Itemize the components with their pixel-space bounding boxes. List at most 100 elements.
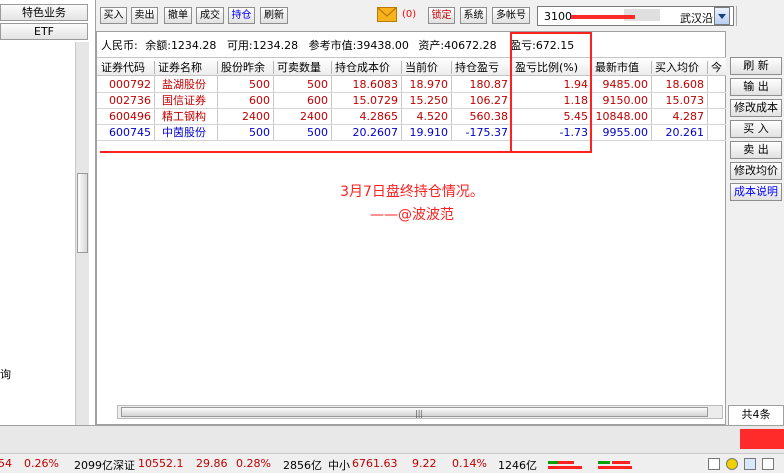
ref-value: 39438.00 [356, 39, 409, 52]
cell-cost-price: 15.0729 [352, 94, 399, 107]
cell-position-pnl: 106.27 [469, 94, 509, 107]
trades-button[interactable]: 成交 [196, 7, 224, 24]
left-scrollbar-thumb[interactable] [77, 173, 88, 253]
cell-cost-price: 18.6083 [352, 78, 399, 91]
cell-prev-shares: 500 [249, 126, 270, 139]
record-count: 共4条 [728, 405, 784, 425]
edit-cost-button[interactable]: 修改成本 [730, 99, 782, 117]
cost-help-button[interactable]: 成本说明 [730, 183, 782, 201]
assets-value: 40672.28 [444, 39, 497, 52]
status-bar: 54 0.26% 2099亿 深证 10552.1 29.86 0.28% 28… [0, 425, 784, 473]
mail-icon[interactable] [377, 6, 397, 23]
action-sidebar: 刷 新 输 出 修改成本 买 入 卖 出 修改均价 成本说明 共4条 [726, 31, 784, 425]
buy-side-button[interactable]: 买 入 [730, 120, 782, 138]
trading-window: 特色业务 ETF 询 买入 卖出 撤单 成交 持仓 刷新 (0) 锁定 系统 多… [0, 0, 784, 473]
cell-avg-buy-price: 4.287 [672, 110, 705, 123]
highlight-underline [100, 151, 510, 153]
column-header-sellable[interactable]: 可卖数量 [277, 60, 329, 75]
available-label: 可用: [226, 39, 253, 52]
menu-tray-icon[interactable] [762, 458, 774, 470]
column-header-code[interactable]: 证券代码 [101, 60, 152, 75]
refresh-side-button[interactable]: 刷 新 [730, 57, 782, 75]
column-header-name[interactable]: 证券名称 [158, 60, 215, 75]
buy-button[interactable]: 买入 [100, 7, 127, 24]
column-header-market-value[interactable]: 最新市值 [595, 60, 649, 75]
cell-prev-shares: 500 [249, 78, 270, 91]
column-divider [154, 61, 155, 74]
currency-label: 人民币: [101, 39, 138, 52]
tab-etf[interactable]: ETF [0, 23, 88, 40]
lock-button[interactable]: 锁定 [428, 7, 455, 24]
column-divider [217, 61, 218, 74]
breadth-bar-down [598, 461, 610, 464]
column-header-current-price[interactable]: 当前价 [405, 60, 449, 75]
cell-sellable: 600 [307, 94, 328, 107]
ticker-index-pct: 0.28% [236, 457, 271, 470]
table-row[interactable]: 002736 国信证券 600 600 15.0729 15.250 106.27 1.18 9… [97, 93, 727, 109]
column-header-avg-buy-price[interactable]: 买入均价 [655, 60, 705, 75]
cell-current-price: 15.250 [409, 94, 449, 107]
horizontal-scrollbar[interactable]: ||| [117, 405, 723, 419]
table-row[interactable]: 600496 精工钢构 2400 2400 4.2865 4.520 560.38 5.45 1… [97, 109, 727, 125]
cell-cost-price: 20.2607 [352, 126, 399, 139]
positions-panel: 人民币: 余额:1234.28 可用:1234.28 参考市值:39438.00… [96, 31, 727, 425]
window-tray-icon[interactable] [744, 458, 756, 470]
lock-tray-icon[interactable] [726, 458, 738, 470]
column-header-cost-price[interactable]: 持仓成本价 [335, 60, 399, 75]
annotation-caption: 3月7日盘终持仓情况。 [340, 184, 484, 200]
balance-label: 余额: [145, 39, 171, 52]
cell-position-pnl: 180.87 [469, 78, 509, 91]
positions-button[interactable]: 持仓 [228, 7, 255, 24]
cell-sellable: 500 [307, 78, 328, 91]
breadth-bar-up [558, 461, 574, 464]
table-row[interactable]: 600745 中茵股份 500 500 20.2607 19.910 -175.37 -1.7… [97, 125, 727, 141]
account-number: 3100 [544, 10, 572, 23]
sell-side-button[interactable]: 卖 出 [730, 141, 782, 159]
horizontal-scrollbar-thumb[interactable]: ||| [121, 407, 708, 418]
export-button[interactable]: 输 出 [730, 78, 782, 96]
multi-account-button[interactable]: 多帐号 [492, 7, 530, 24]
cell-current-price: 19.910 [409, 126, 449, 139]
column-divider [401, 61, 402, 74]
chevron-down-icon[interactable] [714, 7, 730, 25]
cell-prev-shares: 600 [249, 94, 270, 107]
highlight-box [510, 32, 592, 153]
column-header-position-pnl[interactable]: 持仓盈亏 [455, 60, 509, 75]
cell-name: 精工钢构 [162, 110, 206, 123]
left-scrollbar[interactable] [75, 42, 89, 425]
column-divider [651, 61, 652, 74]
tray-icon[interactable] [708, 458, 720, 470]
cell-avg-buy-price: 20.261 [665, 126, 705, 139]
ticker-index-value: 6761.63 [352, 457, 398, 470]
left-menu-fragment[interactable]: 询 [0, 366, 11, 382]
status-alert-block [740, 429, 784, 449]
sell-button[interactable]: 卖出 [131, 7, 158, 24]
assets-label: 资产: [418, 39, 445, 52]
ticker-value: 54 [0, 457, 12, 470]
cell-market-value: 10848.00 [595, 110, 649, 123]
column-header-prev-shares[interactable]: 股份昨余 [221, 60, 271, 75]
tab-special-business[interactable]: 特色业务 [0, 4, 88, 21]
cell-avg-buy-price: 15.073 [665, 94, 705, 107]
cell-current-price: 4.520 [416, 110, 449, 123]
table-header: 证券代码 证券名称 股份昨余 可卖数量 持仓成本价 当前价 持仓盈亏 盈亏比例(%) 最新市值买… [97, 57, 727, 76]
cell-code: 000792 [109, 78, 151, 91]
mail-count: (0) [402, 9, 417, 20]
column-divider [707, 61, 708, 74]
system-button[interactable]: 系统 [460, 7, 487, 24]
cell-cost-price: 4.2865 [359, 110, 399, 123]
refresh-button[interactable]: 刷新 [260, 7, 288, 24]
cell-sellable: 500 [307, 126, 328, 139]
table-row[interactable]: 000792 盐湖股份 500 500 18.6083 18.970 180.87 1.94 9… [97, 77, 727, 93]
breadth-bar-up [598, 466, 632, 469]
cancel-order-button[interactable]: 撤单 [164, 7, 192, 24]
column-header-today[interactable]: 今 [711, 60, 725, 75]
cell-code: 600496 [109, 110, 151, 123]
account-selector[interactable]: 3100 武汉沿 [537, 6, 734, 26]
ticker-index-name: 深证 [113, 459, 135, 472]
ticker-index-volume: 1246亿 [498, 459, 537, 472]
ticker-index-name: 中小 [328, 459, 350, 472]
cell-position-pnl: 560.38 [469, 110, 509, 123]
edit-average-button[interactable]: 修改均价 [730, 162, 782, 180]
toolbar: 买入 卖出 撤单 成交 持仓 刷新 (0) 锁定 系统 多帐号 3100 武汉沿 [96, 0, 784, 31]
